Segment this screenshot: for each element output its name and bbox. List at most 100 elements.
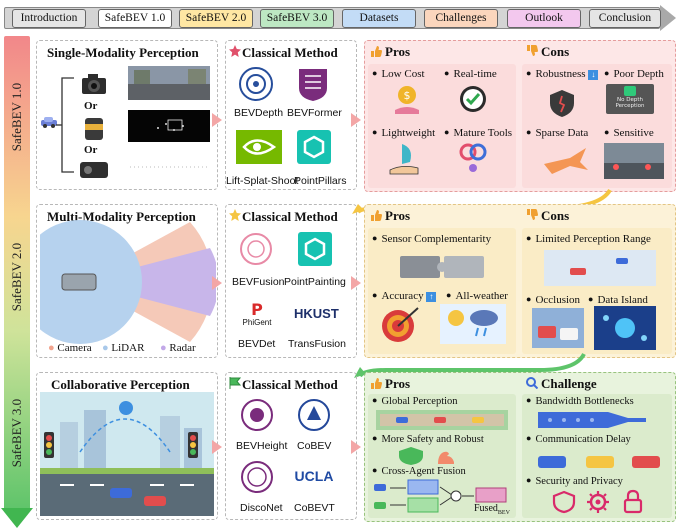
camera-image-thumbnail <box>128 66 210 100</box>
fused-bev-label: FusedBEV <box>474 503 510 516</box>
stage-label-2: SafeBEV 2.0 <box>9 242 24 312</box>
con-limited-perception-range: Limited Perception Range <box>526 233 650 245</box>
sensor-coverage-diagram <box>40 220 216 344</box>
nav-item-safebev-2[interactable]: SafeBEV 2.0 <box>179 9 253 28</box>
legend-lidar: ● LiDAR <box>102 342 145 354</box>
radar-sensor-icon <box>80 162 108 178</box>
pro-all-weather: All-weather <box>446 290 508 302</box>
pro-more-safety-robust: More Safety and Robust <box>372 434 483 445</box>
all-weather-icon <box>440 304 506 344</box>
thumbs-up-icon <box>371 46 382 57</box>
lidar-sensor-icon <box>85 118 103 140</box>
svg-text:$: $ <box>404 89 411 102</box>
puzzle-hands-image <box>400 256 484 278</box>
challenge-title-3: Challenge <box>541 376 597 391</box>
radar-points-thumbnail <box>128 152 210 182</box>
method-bevformer: BEVFormer <box>287 107 342 119</box>
lock-icon <box>623 489 643 514</box>
nav-arrowhead <box>660 5 676 31</box>
nav-item-safebev-1[interactable]: SafeBEV 1.0 <box>98 9 172 28</box>
global-perception-cars-image <box>376 410 508 430</box>
nav-item-safebev-3[interactable]: SafeBEV 3.0 <box>260 9 334 28</box>
collaborative-scene-illustration <box>40 392 214 516</box>
nav-item-conclusion[interactable]: Conclusion <box>589 9 661 28</box>
feather-hand-icon <box>389 144 419 175</box>
pointpainting-logo-icon <box>298 232 332 266</box>
section-nav-bar: Introduction SafeBEV 1.0 SafeBEV 2.0 Saf… <box>4 5 676 33</box>
legend-camera: ● Camera <box>48 342 92 354</box>
rainy-street-thumbnail <box>604 143 664 179</box>
method-pointpainting: PointPainting <box>284 276 346 288</box>
security-shield-icon <box>552 490 576 514</box>
pro-cross-agent-fusion: Cross-Agent Fusion <box>372 466 465 477</box>
pro-real-time: Real-time <box>444 68 496 80</box>
nav-item-datasets[interactable]: Datasets <box>342 9 416 28</box>
depth-sensor-icon <box>624 86 636 96</box>
thumbs-up-icon <box>371 210 382 221</box>
disconet-logo-icon <box>241 461 273 493</box>
row1-arrow-1 <box>212 113 222 127</box>
thumbs-up-icon <box>371 378 382 389</box>
row2-arrow-2 <box>351 276 361 290</box>
lidar-pointcloud-thumbnail <box>128 110 210 142</box>
nav-item-introduction[interactable]: Introduction <box>12 9 86 28</box>
communication-delay-cars-image <box>538 456 660 468</box>
classical-method-title-3: Classical Method <box>242 377 338 392</box>
flag-icon <box>229 377 241 389</box>
star-icon <box>229 209 241 221</box>
stage-label-1: SafeBEV 1.0 <box>9 82 24 152</box>
nav-item-outlook[interactable]: Outlook <box>507 9 581 28</box>
real-time-clock-icon <box>460 86 486 112</box>
pros-title-3: Pros <box>385 376 411 391</box>
ucla-logo-icon: UCLA <box>294 468 334 484</box>
accuracy-target-icon <box>382 307 419 342</box>
thumbs-down-icon <box>527 45 538 56</box>
single-modality-title: Single-Modality Perception <box>47 45 199 60</box>
sensor-bracket <box>56 77 74 173</box>
down-arrow-icon: ↓ <box>588 70 599 80</box>
star-icon <box>229 45 241 57</box>
pro-low-cost: Low Cost <box>372 68 424 80</box>
stage-label-3: SafeBEV 3.0 <box>9 398 24 468</box>
mature-tools-gears-icon <box>459 143 487 172</box>
nvidia-logo-icon <box>236 130 282 164</box>
limited-range-road-image <box>544 250 656 286</box>
challenge-bandwidth: Bandwidth Bottlenecks <box>526 396 633 407</box>
cobev-logo-icon <box>298 399 330 431</box>
cons-title-1: Cons <box>541 44 570 59</box>
pointpillars-logo-icon <box>297 130 331 164</box>
nav-item-challenges[interactable]: Challenges <box>424 9 498 28</box>
bevheight-logo-icon <box>241 399 273 431</box>
collaborative-title: Collaborative Perception <box>51 377 190 392</box>
pro-sensor-complementarity: Sensor Complementarity <box>372 233 491 245</box>
pro-accuracy: Accuracy ↑ <box>372 290 437 302</box>
classical-method-title-2: Classical Method <box>242 209 338 224</box>
method-cobevt: CoBEVT <box>294 502 335 514</box>
row3-arrow-2 <box>351 440 361 454</box>
con-poor-depth: Poor Depth <box>604 68 663 80</box>
pro-global-perception: Global Perception <box>372 396 457 407</box>
thumbs-down-icon <box>527 209 538 220</box>
broken-shield-icon <box>550 90 574 117</box>
con-data-island: Data Island <box>588 294 647 306</box>
occlusion-image <box>532 308 584 348</box>
method-pointpillars: PointPillars <box>294 175 347 187</box>
method-transfusion: TransFusion <box>288 338 346 350</box>
challenge-security-privacy: Security and Privacy <box>526 476 622 487</box>
con-sparse-data: Sparse Data <box>526 127 588 139</box>
hkust-logo-icon: HKUST <box>294 306 339 321</box>
strength-arm-icon <box>438 451 454 464</box>
pro-lightweight: Lightweight <box>372 127 435 139</box>
low-cost-coin-icon: $ <box>395 86 419 114</box>
method-bevfusion: BEVFusion <box>232 276 285 288</box>
row1-arrow-2 <box>351 113 361 127</box>
method-lift-splat-shoot: Lift-Splat-Shoot <box>226 175 299 187</box>
method-bevheight: BEVHeight <box>236 440 288 452</box>
cons-title-2: Cons <box>541 208 570 223</box>
challenge-communication-delay: Communication Delay <box>526 434 630 445</box>
method-bevdet: BEVDet <box>238 338 276 350</box>
pros-title-1: Pros <box>385 44 411 59</box>
bevfusion-logo-icon <box>240 233 272 265</box>
row2-arrow-1 <box>212 276 222 290</box>
con-robustness: Robustness ↓ <box>526 68 599 80</box>
